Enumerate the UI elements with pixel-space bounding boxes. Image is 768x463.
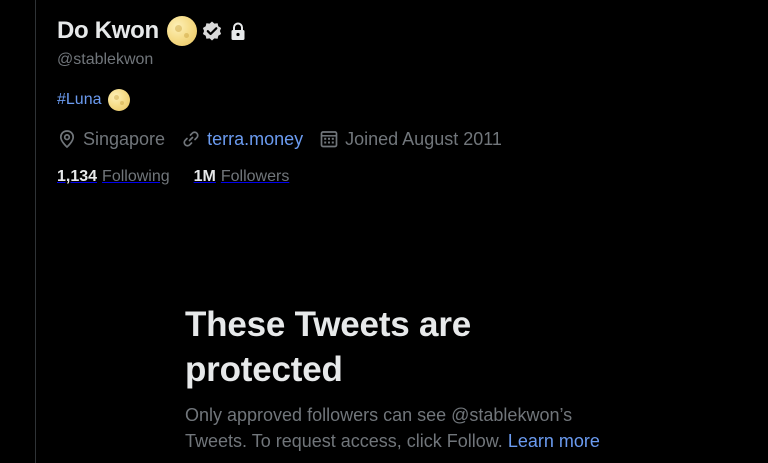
followers-count: 1M bbox=[193, 168, 216, 185]
full-moon-icon bbox=[107, 89, 130, 111]
follow-counts: 1,134 Following 1M Followers bbox=[57, 165, 757, 189]
following-label: Following bbox=[102, 168, 170, 185]
name-row: Do Kwon bbox=[57, 14, 757, 48]
profile-bio: #Luna bbox=[57, 87, 757, 113]
link-icon bbox=[183, 131, 199, 147]
joined-text: Joined August 2011 bbox=[345, 128, 502, 149]
followers-link[interactable]: 1M Followers bbox=[194, 168, 290, 186]
protected-title: These Tweets are protected bbox=[185, 305, 472, 389]
bio-hashtag-link[interactable]: #Luna bbox=[57, 91, 102, 109]
followers-label: Followers bbox=[220, 168, 290, 185]
joined-item: Joined August 2011 bbox=[319, 129, 502, 150]
profile-handle: @stablekwon bbox=[57, 51, 154, 68]
calendar-icon bbox=[320, 131, 338, 148]
learn-more-link[interactable]: Learn more bbox=[508, 431, 600, 451]
display-name: Do Kwon bbox=[57, 17, 159, 44]
following-link[interactable]: 1,134 Following bbox=[57, 168, 170, 186]
protected-tweets-notice: These Tweets are protected Only approved… bbox=[185, 302, 645, 454]
location-item: Singapore bbox=[57, 129, 165, 150]
profile-meta: Singapore terra.money Joined August 2011 bbox=[57, 126, 757, 152]
location-text: Singapore bbox=[83, 128, 166, 149]
profile-header: Do Kwon @stablekwon #Luna Singapore terr… bbox=[57, 14, 757, 189]
website-link[interactable]: terra.money bbox=[207, 129, 303, 150]
verified-badge-icon[interactable] bbox=[201, 20, 223, 42]
website-item[interactable]: terra.money bbox=[181, 129, 303, 150]
protected-body: Only approved followers can see @stablek… bbox=[185, 402, 625, 454]
location-pin-icon bbox=[59, 130, 75, 149]
lock-icon bbox=[227, 20, 249, 42]
following-count: 1,134 bbox=[57, 168, 98, 185]
full-moon-icon bbox=[166, 16, 197, 46]
